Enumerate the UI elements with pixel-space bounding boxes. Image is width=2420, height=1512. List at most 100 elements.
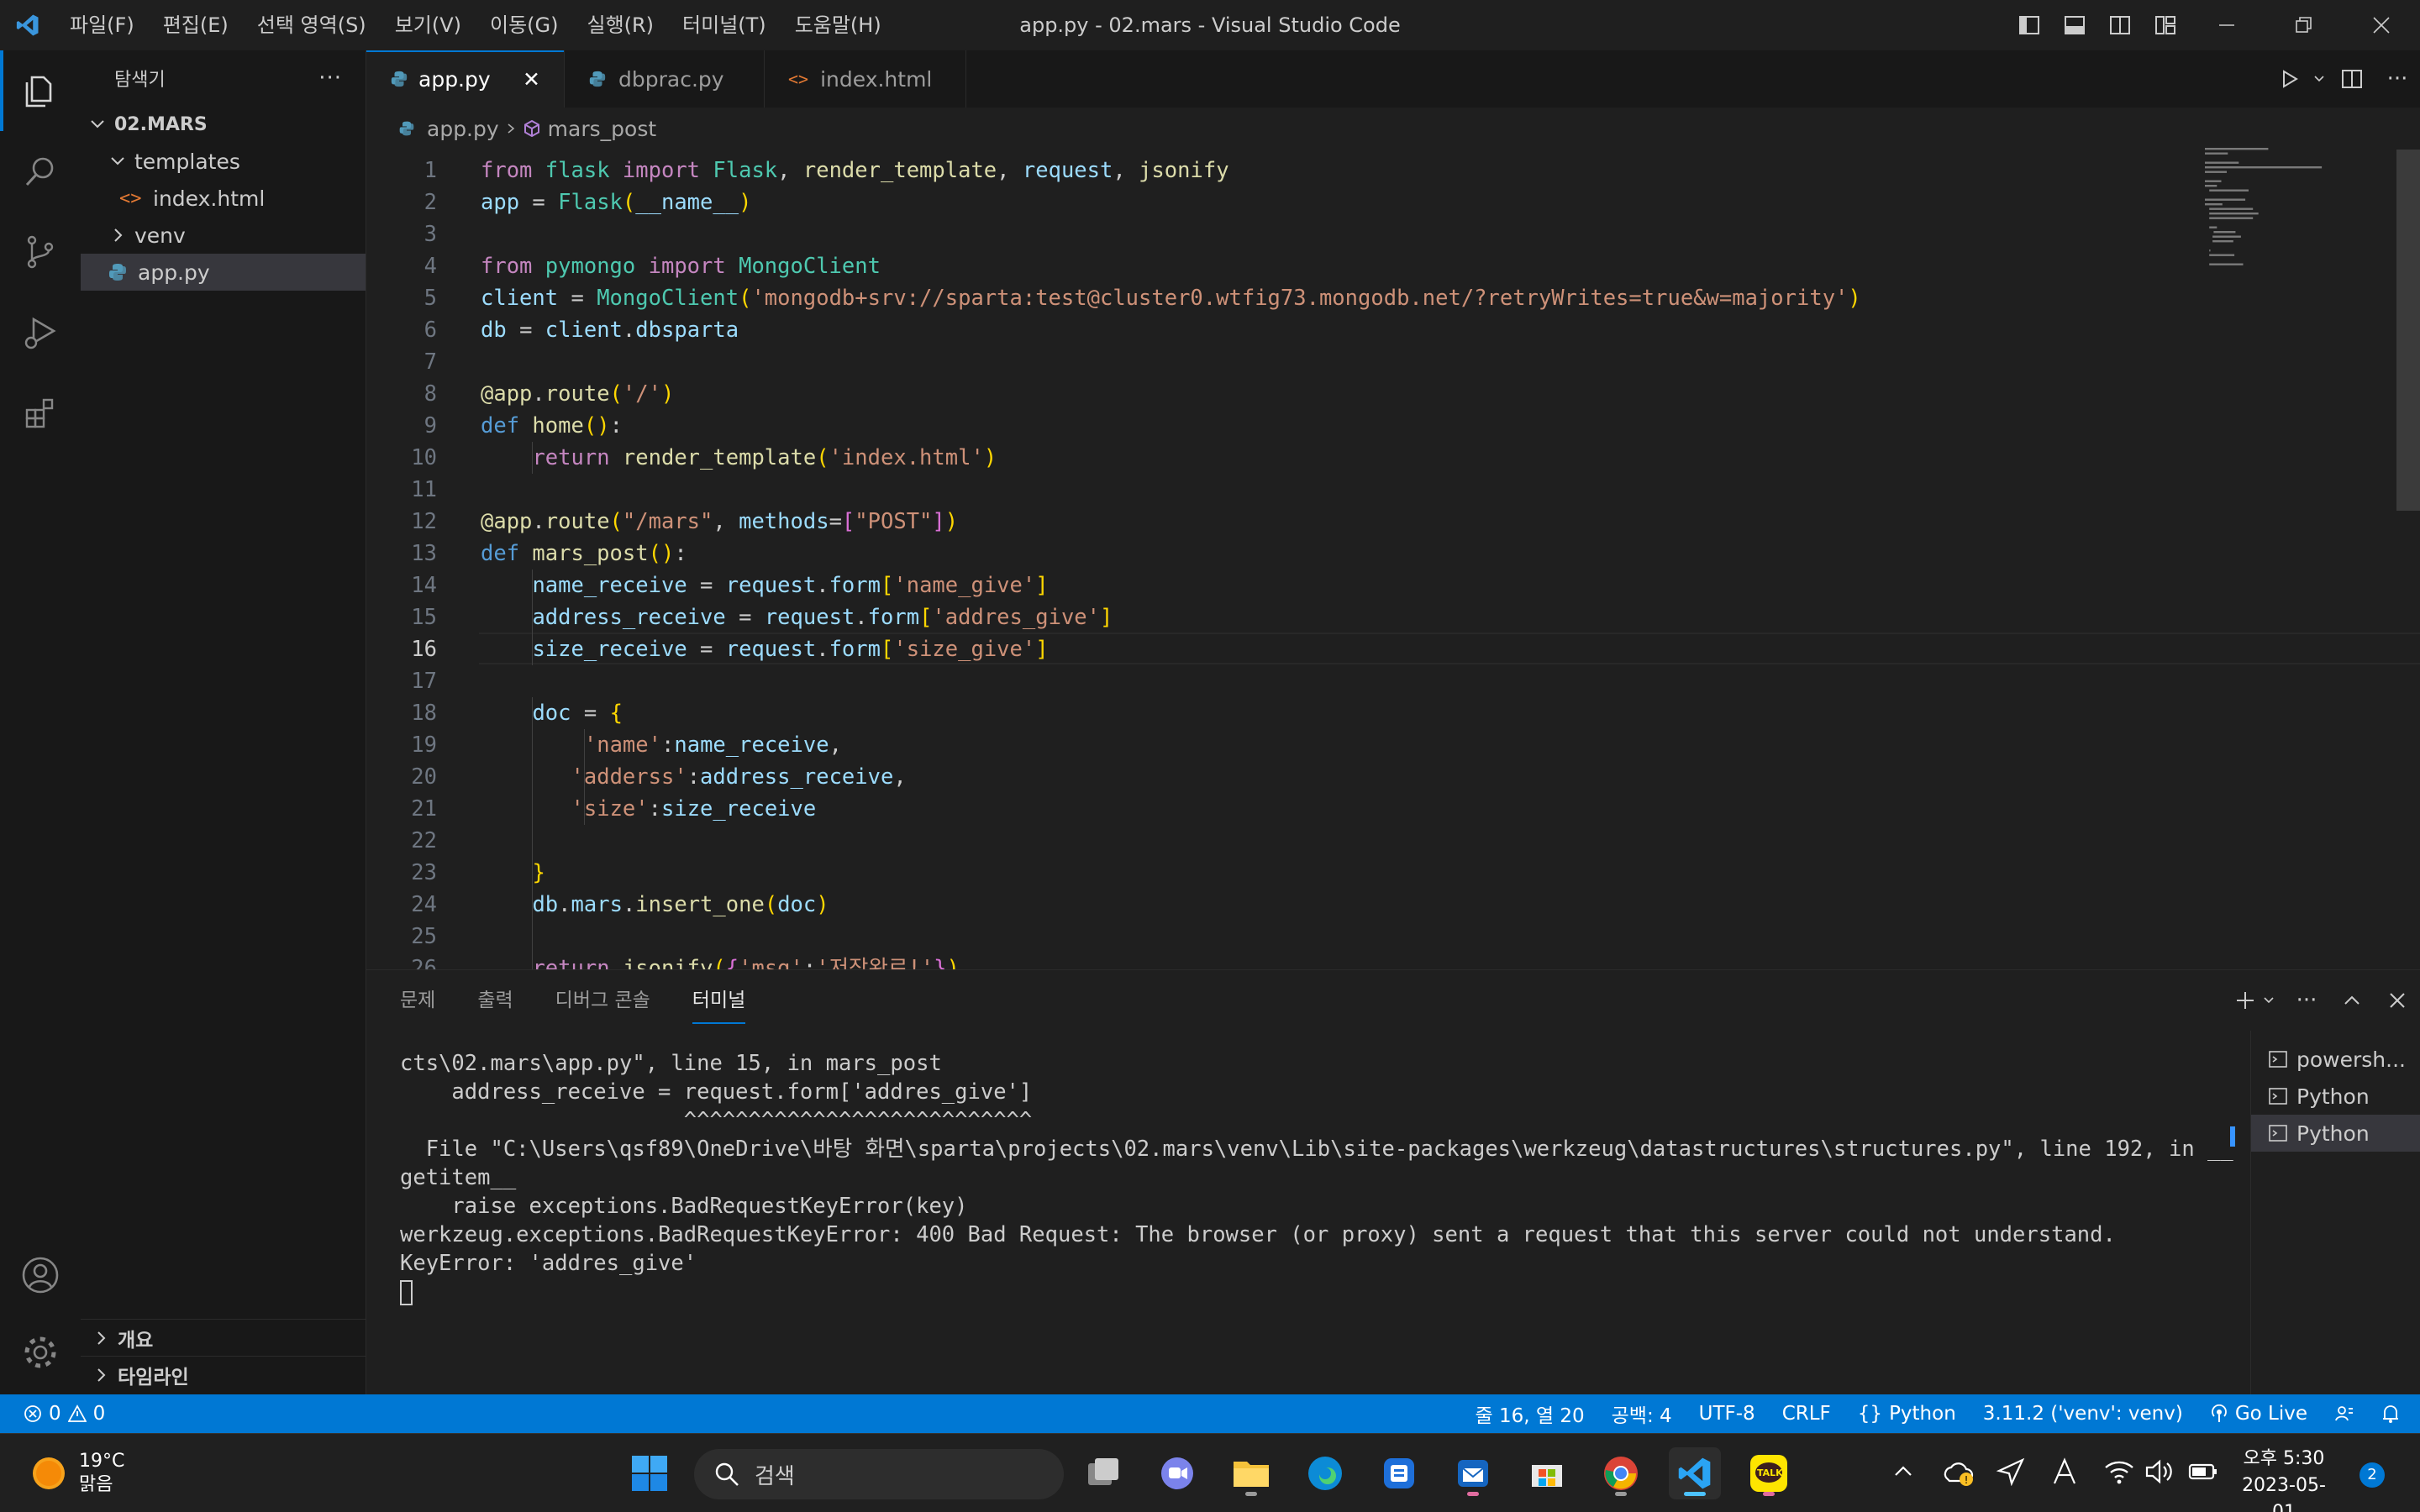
- toggle-primary-sidebar-icon[interactable]: [2007, 0, 2052, 50]
- code-line[interactable]: name_receive = request.form['name_give']: [481, 570, 1048, 601]
- terminal-output[interactable]: cts\02.mars\app.py", line 15, in mars_po…: [400, 1049, 2257, 1306]
- vscode-logo-icon[interactable]: [0, 0, 55, 50]
- code-line[interactable]: @app.route('/'): [481, 378, 674, 410]
- start-icon[interactable]: [623, 1447, 676, 1499]
- menu-run[interactable]: 실행(R): [572, 0, 668, 50]
- code-line[interactable]: @app.route("/mars", methods=["POST"]): [481, 506, 958, 538]
- code-line[interactable]: doc = {: [481, 697, 623, 729]
- send-location-icon[interactable]: [1996, 1457, 2025, 1491]
- minimize-icon[interactable]: [2188, 0, 2265, 50]
- notification-badge[interactable]: 2: [2360, 1462, 2385, 1488]
- code-line[interactable]: size_receive = request.form['size_give']: [481, 633, 1048, 665]
- timeline-section[interactable]: 타임라인: [81, 1356, 366, 1393]
- encoding[interactable]: UTF-8: [1686, 1403, 1769, 1425]
- split-editor-icon[interactable]: [2329, 54, 2375, 104]
- explorer-icon[interactable]: [0, 50, 81, 131]
- run-python-file-icon[interactable]: [2267, 54, 2312, 104]
- breadcrumb-file[interactable]: app.py: [427, 117, 499, 141]
- new-terminal-plus-icon[interactable]: [2228, 975, 2262, 1026]
- clock[interactable]: 오후 5:30 2023-05-01: [2233, 1446, 2334, 1512]
- terminal-item-python-2[interactable]: Python: [2251, 1115, 2420, 1152]
- minimap[interactable]: [2202, 144, 2370, 279]
- terminal-item-powershell[interactable]: powersh...: [2251, 1041, 2420, 1078]
- menu-file[interactable]: 파일(F): [55, 0, 149, 50]
- code-line[interactable]: }: [481, 857, 544, 889]
- account-icon[interactable]: [0, 1235, 81, 1315]
- weather-widget[interactable]: 19°C 맑음: [30, 1447, 124, 1499]
- tree-item-app-py[interactable]: app.py: [81, 254, 366, 291]
- end-of-line[interactable]: CRLF: [1769, 1403, 1844, 1425]
- terminal-cursor[interactable]: [400, 1278, 2257, 1306]
- chrome-icon[interactable]: [1595, 1447, 1647, 1499]
- code-line[interactable]: return render_template('index.html'): [481, 442, 997, 474]
- code-line[interactable]: return jsonify({'msg':'저장완료!'}): [481, 953, 959, 969]
- close-panel-icon[interactable]: [2375, 975, 2420, 1026]
- go-live-button[interactable]: Go Live: [2196, 1403, 2321, 1425]
- extensions-icon[interactable]: [0, 373, 81, 454]
- panel-more-icon[interactable]: ···: [2284, 975, 2329, 1026]
- search-icon[interactable]: [0, 131, 81, 212]
- toggle-panel-icon[interactable]: [2052, 0, 2097, 50]
- breadcrumb-symbol[interactable]: mars_post: [548, 117, 656, 141]
- cursor-position[interactable]: 줄 16, 열 20: [1462, 1399, 1598, 1428]
- code-line[interactable]: from flask import Flask, render_template…: [481, 155, 1229, 186]
- menu-selection[interactable]: 선택 영역(S): [243, 0, 381, 50]
- tab-debug-console[interactable]: 디버그 콘솔: [555, 970, 650, 1031]
- run-debug-icon[interactable]: [0, 292, 81, 373]
- close-tab-icon[interactable]: ✕: [523, 67, 540, 92]
- tab-app-py[interactable]: app.py ✕: [366, 50, 565, 108]
- more-editor-actions-icon[interactable]: ···: [2375, 54, 2420, 104]
- store-icon[interactable]: [1521, 1447, 1573, 1499]
- terminal-dropdown-chevron-icon[interactable]: [2262, 989, 2284, 1012]
- wifi-icon[interactable]: [2104, 1457, 2134, 1491]
- feedback-icon[interactable]: [2321, 1404, 2368, 1424]
- more-actions-icon[interactable]: ···: [318, 66, 342, 91]
- customize-layout-icon[interactable]: [2143, 0, 2188, 50]
- code-line[interactable]: 'size':size_receive: [481, 793, 817, 825]
- code-line[interactable]: def home():: [481, 410, 623, 442]
- teams-icon[interactable]: [1373, 1447, 1425, 1499]
- code-line[interactable]: 'adderss':address_receive,: [481, 761, 907, 793]
- tree-item-venv[interactable]: venv: [81, 217, 366, 254]
- menu-view[interactable]: 보기(V): [381, 0, 476, 50]
- task-view-icon[interactable]: [1077, 1447, 1129, 1499]
- toggle-secondary-sidebar-icon[interactable]: [2097, 0, 2143, 50]
- tab-problems[interactable]: 문제: [400, 970, 435, 1031]
- menu-edit[interactable]: 편집(E): [149, 0, 243, 50]
- file-explorer-icon[interactable]: [1225, 1447, 1277, 1499]
- problems-status[interactable]: 0 0: [0, 1403, 118, 1425]
- folder-02-mars[interactable]: 02.MARS: [81, 106, 366, 143]
- language-mode[interactable]: {} Python: [1844, 1403, 1970, 1425]
- code-line[interactable]: 'name':name_receive,: [481, 729, 842, 761]
- tab-dbprac-py[interactable]: dbprac.py: [565, 50, 765, 108]
- code-line[interactable]: from pymongo import MongoClient: [481, 250, 881, 282]
- source-control-icon[interactable]: [0, 212, 81, 292]
- vscode-icon[interactable]: [1669, 1447, 1721, 1499]
- code-line[interactable]: client = MongoClient('mongodb+srv://spar…: [481, 282, 1861, 314]
- code-line[interactable]: db.mars.insert_one(doc): [481, 889, 829, 921]
- menu-go[interactable]: 이동(G): [476, 0, 572, 50]
- ime-language-icon[interactable]: [2050, 1457, 2079, 1491]
- notifications-bell-icon[interactable]: [2368, 1404, 2420, 1424]
- indentation[interactable]: 공백: 4: [1598, 1399, 1686, 1428]
- tree-item-templates[interactable]: templates: [81, 143, 366, 180]
- run-dropdown-chevron-icon[interactable]: [2312, 67, 2329, 91]
- code-editor[interactable]: 1 2 3 4 5 6 7 8 9 10 11 12 13 14 15 16 17 18 19 20 21 22 23 24 2…: [366, 150, 2420, 969]
- mail-icon[interactable]: [1447, 1447, 1499, 1499]
- editor-scrollbar[interactable]: [2396, 150, 2420, 511]
- restore-icon[interactable]: [2265, 0, 2343, 50]
- tab-terminal[interactable]: 터미널: [692, 970, 746, 1031]
- outline-section[interactable]: 개요: [81, 1319, 366, 1356]
- taskbar-search-box[interactable]: 검색: [694, 1449, 1064, 1499]
- onedrive-warning-icon[interactable]: !: [1941, 1457, 1975, 1493]
- kakaotalk-icon[interactable]: TALK: [1743, 1447, 1795, 1499]
- maximize-panel-chevron-up-icon[interactable]: [2329, 975, 2375, 1026]
- edge-icon[interactable]: [1299, 1447, 1351, 1499]
- terminal-item-python-1[interactable]: Python: [2251, 1078, 2420, 1115]
- tab-output[interactable]: 출력: [477, 970, 513, 1031]
- chat-icon[interactable]: [1151, 1447, 1203, 1499]
- tree-item-index-html[interactable]: <> index.html: [81, 180, 366, 217]
- python-interpreter[interactable]: 3.11.2 ('venv': venv): [1970, 1403, 2196, 1425]
- menu-help[interactable]: 도움말(H): [781, 0, 896, 50]
- show-hidden-icons-chevron-up-icon[interactable]: [1891, 1459, 1919, 1488]
